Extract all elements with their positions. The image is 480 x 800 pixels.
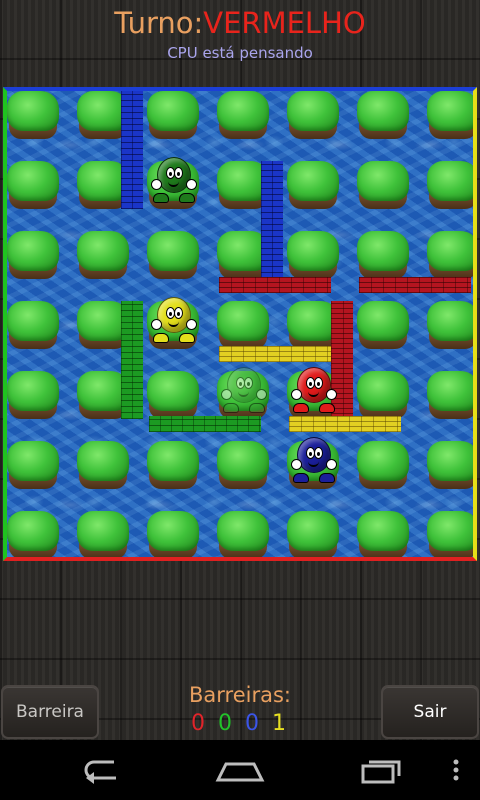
barrier-counts: 0 0 0 1 (140, 711, 340, 736)
wall-red-horizontal (359, 277, 471, 293)
wall-blue-vertical (121, 91, 143, 209)
island-tile[interactable] (7, 441, 59, 491)
island-tile[interactable] (7, 91, 59, 141)
island-tile[interactable] (217, 91, 269, 141)
island-tile[interactable] (147, 371, 199, 421)
home-icon[interactable] (214, 754, 266, 786)
island-tile[interactable] (7, 371, 59, 421)
island-tile[interactable] (217, 511, 269, 557)
barriers-title: Barreiras: (189, 683, 291, 707)
island-tile[interactable] (357, 161, 409, 211)
island-tile[interactable] (357, 371, 409, 421)
island-tile[interactable] (427, 301, 473, 351)
yellow-pawn[interactable] (151, 297, 197, 345)
island-tile[interactable] (287, 231, 339, 281)
island-tile[interactable] (147, 441, 199, 491)
island-tile[interactable] (7, 231, 59, 281)
wall-yellow-horizontal (289, 416, 401, 432)
wall-red-vertical (331, 301, 353, 419)
blue-barrier-count: 0 (245, 711, 262, 736)
green-pawn-ghost[interactable] (221, 367, 267, 415)
island-tile[interactable] (77, 231, 129, 281)
island-tile[interactable] (357, 511, 409, 557)
island-tile[interactable] (147, 511, 199, 557)
island-tile[interactable] (427, 161, 473, 211)
green-barrier-count: 0 (218, 711, 235, 736)
turn-label: Turno: (114, 6, 204, 40)
island-tile[interactable] (357, 231, 409, 281)
wall-red-horizontal (219, 277, 331, 293)
island-tile[interactable] (217, 441, 269, 491)
island-tile[interactable] (427, 91, 473, 141)
island-tile[interactable] (7, 301, 59, 351)
menu-icon[interactable] (450, 754, 462, 786)
island-tile[interactable] (427, 511, 473, 557)
island-tile[interactable] (287, 91, 339, 141)
island-tile[interactable] (427, 371, 473, 421)
barrier-button[interactable]: Barreira (1, 685, 99, 739)
game-board[interactable] (3, 87, 477, 561)
system-navigation-bar (0, 740, 480, 800)
island-tile[interactable] (147, 91, 199, 141)
exit-button[interactable]: Sair (381, 685, 479, 739)
red-barrier-count: 0 (191, 711, 208, 736)
turn-indicator: Turno:VERMELHO (0, 6, 480, 40)
yellow-barrier-count: 1 (272, 711, 289, 736)
wall-yellow-horizontal (219, 346, 331, 362)
wall-green-vertical (121, 301, 143, 419)
island-tile[interactable] (147, 231, 199, 281)
island-tile[interactable] (7, 511, 59, 557)
blue-pawn[interactable] (291, 437, 337, 485)
island-tile[interactable] (7, 161, 59, 211)
wall-green-horizontal (149, 416, 261, 432)
island-tile[interactable] (287, 161, 339, 211)
island-tile[interactable] (357, 441, 409, 491)
island-tile[interactable] (217, 301, 269, 351)
island-tile[interactable] (427, 441, 473, 491)
status-text: CPU está pensando (167, 44, 313, 62)
island-tile[interactable] (287, 511, 339, 557)
green-pawn[interactable] (151, 157, 197, 205)
red-pawn[interactable] (291, 367, 337, 415)
island-tile[interactable] (77, 441, 129, 491)
island-tile[interactable] (357, 301, 409, 351)
island-tile[interactable] (357, 91, 409, 141)
island-tile[interactable] (77, 511, 129, 557)
recent-apps-icon[interactable] (357, 754, 405, 786)
back-icon[interactable] (76, 754, 124, 786)
turn-player: VERMELHO (203, 6, 366, 40)
wall-blue-vertical (261, 161, 283, 279)
island-tile[interactable] (427, 231, 473, 281)
